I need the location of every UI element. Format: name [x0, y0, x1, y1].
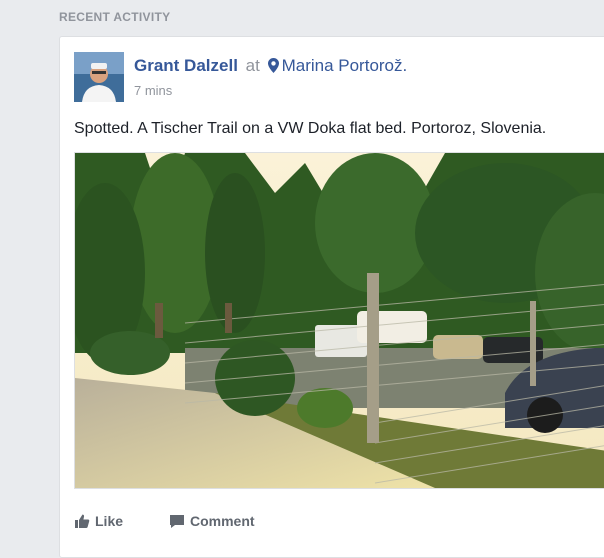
like-button[interactable]: Like	[74, 513, 123, 529]
author-name[interactable]: Grant Dalzell	[134, 56, 238, 75]
location-name: Marina Portorož.	[281, 56, 408, 75]
post-card: Grant Dalzell at Marina Portorož. 7 mins…	[59, 36, 604, 558]
avatar[interactable]	[74, 52, 124, 102]
post-text: Spotted. A Tischer Trail on a VW Doka fl…	[74, 120, 547, 137]
section-title: RECENT ACTIVITY	[59, 10, 171, 24]
post-photo[interactable]	[74, 152, 604, 489]
post-header: Grant Dalzell at Marina Portorož.	[134, 56, 407, 76]
comment-bubble-icon	[170, 515, 184, 528]
thumbs-up-icon	[75, 514, 90, 528]
comment-label: Comment	[190, 513, 255, 529]
comment-button[interactable]: Comment	[169, 513, 255, 529]
location-pin-icon	[267, 58, 279, 73]
post-timestamp[interactable]: 7 mins	[134, 83, 172, 98]
like-label: Like	[95, 513, 124, 529]
at-word: at	[245, 56, 260, 75]
location-link[interactable]: Marina Portorož.	[267, 56, 408, 75]
